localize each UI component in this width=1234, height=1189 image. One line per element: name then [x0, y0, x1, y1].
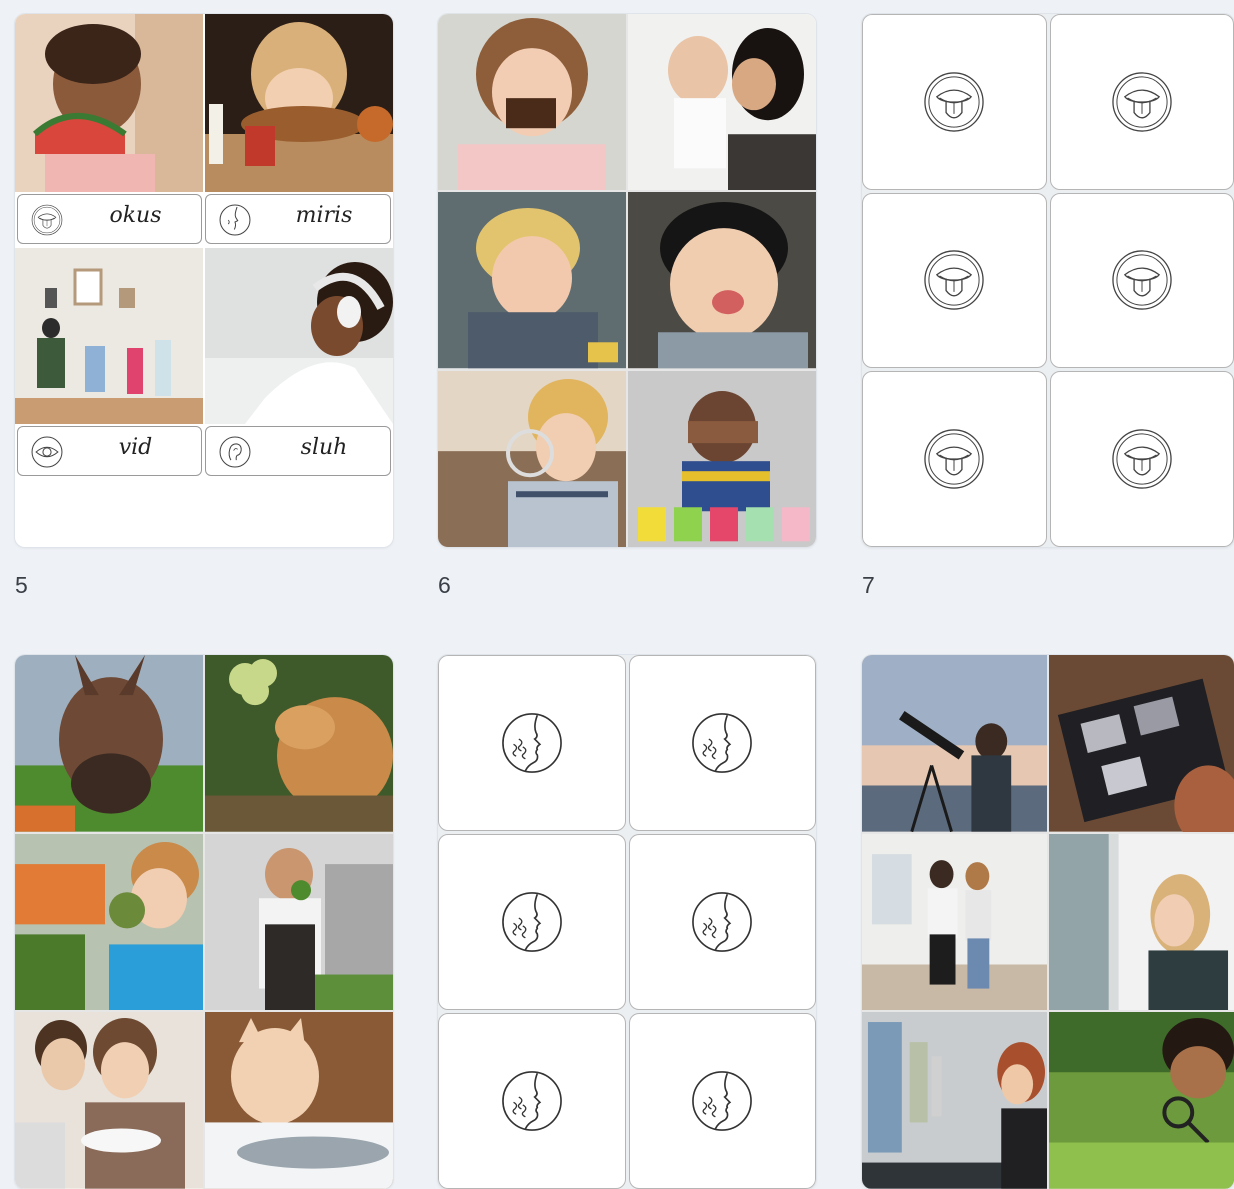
label-card-taste: okus — [17, 194, 202, 244]
photo-boy-covering-eyes-ice-cream — [628, 370, 816, 547]
photo-couple-smelling-food — [15, 1012, 203, 1189]
page-thumbnail-6[interactable] — [862, 14, 1234, 547]
photo-boy-licking-whisk — [438, 370, 626, 547]
photo-boy-tasting-sour — [438, 192, 626, 369]
page-number: 5 — [15, 572, 28, 598]
page-thumbnail-10[interactable] — [862, 655, 1234, 1189]
symbol-card — [1049, 371, 1234, 547]
tongue-icon — [921, 426, 987, 492]
photo-donkey-sniffing-grass — [15, 655, 203, 832]
photo-woman-viewing-art — [862, 1012, 1047, 1189]
symbol-card — [1049, 14, 1234, 190]
label-word: okus — [109, 203, 162, 228]
symbol-card — [438, 1013, 626, 1189]
label-card-hearing: sluh — [205, 426, 391, 476]
tongue-icon — [1109, 247, 1175, 313]
tongue-icon — [921, 69, 987, 135]
page-thumbnail-4[interactable]: okus miris vid sluh — [15, 14, 393, 547]
tongue-icon — [921, 247, 987, 313]
smelling-face-icon — [689, 889, 755, 955]
photo-boy-with-magnifying-glass — [1049, 1012, 1234, 1189]
photo-person-looking-at-photo-album — [1049, 655, 1234, 832]
photo-people-with-telescope — [862, 655, 1047, 832]
smelling-face-icon — [689, 1068, 755, 1134]
tongue-icon — [1109, 426, 1175, 492]
smelling-face-icon — [689, 710, 755, 776]
tongue-icon — [1109, 69, 1175, 135]
photo-boy-smelling-artichoke — [15, 833, 203, 1011]
photo-children-looking-at-pictures — [15, 248, 203, 424]
page-thumbnail-8[interactable] — [15, 655, 393, 1189]
page-thumbnail-9[interactable] — [438, 655, 816, 1189]
symbol-card — [1049, 192, 1234, 369]
label-word: sluh — [300, 435, 348, 460]
page-number: 6 — [438, 572, 451, 598]
symbol-card — [628, 655, 816, 831]
smelling-face-icon — [499, 710, 565, 776]
photo-woman-looking-out-window — [1049, 833, 1234, 1011]
photo-chef-smelling-herbs — [205, 833, 393, 1011]
photo-girl-eating-chocolate-cake — [438, 14, 626, 191]
photo-boy-licking-finger — [628, 192, 816, 369]
eye-icon — [30, 435, 64, 469]
label-card-smell: miris — [205, 194, 391, 244]
page-number: 7 — [862, 572, 875, 598]
symbol-card — [628, 1013, 816, 1189]
symbol-card — [862, 371, 1047, 547]
symbol-card — [438, 834, 626, 1010]
tongue-icon — [30, 203, 64, 237]
label-word: vid — [118, 435, 153, 460]
photo-kitten-sniffing-fish — [205, 1012, 393, 1189]
photo-dog-sniffing-grapes — [205, 655, 393, 832]
ear-icon — [218, 435, 252, 469]
nose-icon — [218, 203, 252, 237]
smelling-face-icon — [499, 1068, 565, 1134]
photo-child-eating-watermelon — [15, 14, 203, 192]
symbol-card — [438, 655, 626, 831]
symbol-card — [862, 192, 1047, 369]
photo-girl-listening-headphones — [205, 248, 393, 424]
smelling-face-icon — [499, 889, 565, 955]
label-card-sight: vid — [17, 426, 202, 476]
label-word: miris — [295, 203, 353, 228]
page-thumbnail-5[interactable] — [438, 14, 816, 547]
symbol-card — [862, 14, 1047, 190]
photo-couple-in-gallery — [862, 833, 1047, 1011]
symbol-card — [628, 834, 816, 1010]
photo-child-smelling-bread — [205, 14, 393, 192]
photo-mother-kissing-baby — [628, 14, 816, 191]
